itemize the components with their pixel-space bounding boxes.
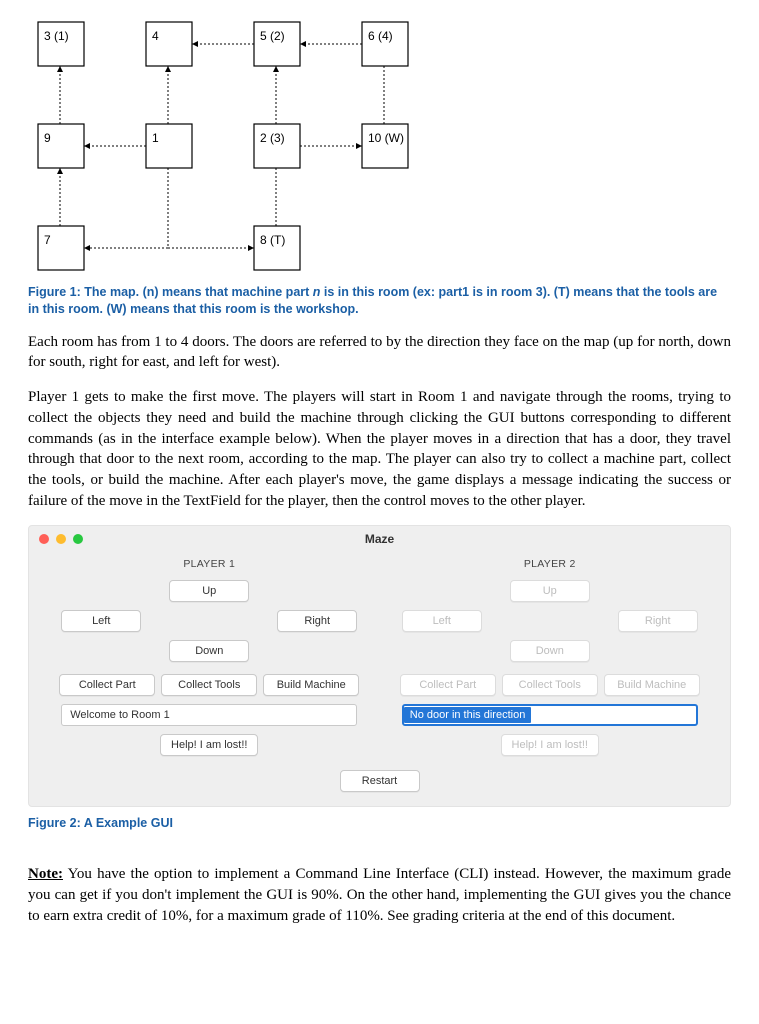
room-label: 9 [44,131,51,145]
p2-collect-part-button[interactable]: Collect Part [400,674,496,696]
restart-button[interactable]: Restart [340,770,420,792]
player1-label: PLAYER 1 [49,558,369,570]
p2-right-button[interactable]: Right [618,610,698,632]
p1-up-button[interactable]: Up [169,580,249,602]
window-titlebar: Maze [29,526,730,552]
note-paragraph: Note: You have the option to implement a… [28,864,731,926]
p1-help-button[interactable]: Help! I am lost!! [160,734,258,756]
p1-status-field[interactable]: Welcome to Room 1 [61,704,357,726]
p2-up-button[interactable]: Up [510,580,590,602]
p2-left-button[interactable]: Left [402,610,482,632]
p1-right-button[interactable]: Right [277,610,357,632]
player2-panel: PLAYER 2 Up Left Right Down Collect Part… [390,558,710,756]
player2-label: PLAYER 2 [390,558,710,570]
room-label: 5 (2) [260,29,285,43]
maze-gui-window: Maze PLAYER 1 Up Left Right Down Collect… [28,525,731,807]
paragraph-2: Player 1 gets to make the first move. Th… [28,387,731,511]
room-label: 6 (4) [368,29,393,43]
player1-panel: PLAYER 1 Up Left Right Down Collect Part… [49,558,369,756]
window-title: Maze [29,532,730,546]
p2-status-field[interactable]: No door in this direction [402,704,698,726]
p2-help-button[interactable]: Help! I am lost!! [501,734,599,756]
figure2-caption: Figure 2: A Example GUI [28,815,731,832]
room-label: 4 [152,29,159,43]
room-label: 1 [152,131,159,145]
p2-build-machine-button[interactable]: Build Machine [604,674,700,696]
room-label: 3 (1) [44,29,69,43]
room-label: 2 (3) [260,131,285,145]
p2-down-button[interactable]: Down [510,640,590,662]
p1-collect-tools-button[interactable]: Collect Tools [161,674,257,696]
room-label: 8 (T) [260,233,285,247]
p1-left-button[interactable]: Left [61,610,141,632]
p1-build-machine-button[interactable]: Build Machine [263,674,359,696]
p2-collect-tools-button[interactable]: Collect Tools [502,674,598,696]
p1-collect-part-button[interactable]: Collect Part [59,674,155,696]
paragraph-1: Each room has from 1 to 4 doors. The doo… [28,332,731,373]
figure1-caption: Figure 1: The map. (n) means that machin… [28,284,731,318]
map-figure: 3 (1) 4 5 (2) 6 (4) 9 1 2 (3) 10 (W) 7 8 (T) [28,12,428,278]
p1-down-button[interactable]: Down [169,640,249,662]
room-label: 7 [44,233,51,247]
room-label: 10 (W) [368,131,404,145]
